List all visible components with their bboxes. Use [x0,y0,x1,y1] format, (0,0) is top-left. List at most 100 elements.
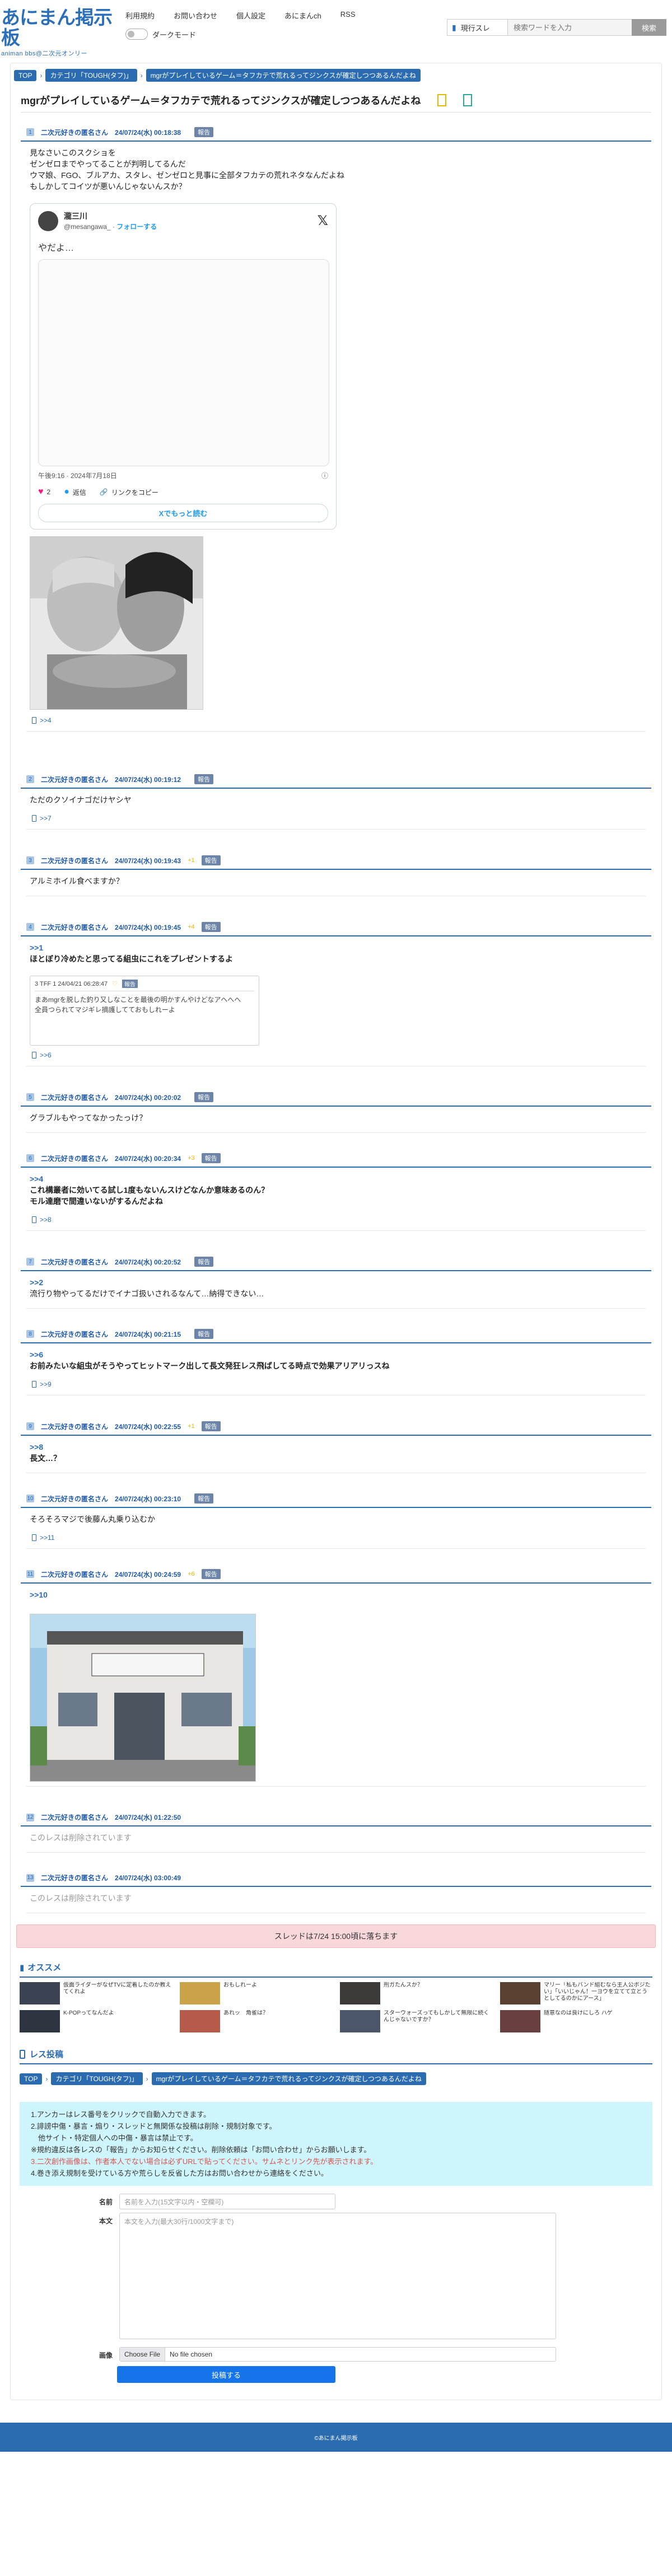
reply-anchor[interactable]: >>6 [21,1049,651,1064]
post-number[interactable]: 13 [26,1874,34,1882]
post-number[interactable]: 1 [26,128,34,136]
tweet-handle[interactable]: @mesangawa_ [64,223,111,231]
post-header: 6 二次元好きの匿名さん 24/07/24(水) 00:20:34 +3 報告 [21,1150,651,1168]
recommended-item[interactable]: 仮面ライダーがなぜTVに定着したのか教えてくれよ [20,1982,172,2004]
reply-form-heading: レス投稿 [20,2048,652,2064]
image-file-input[interactable]: Choose File No file chosen [119,2347,556,2362]
post-number[interactable]: 9 [26,1422,34,1430]
post-number[interactable]: 6 [26,1154,34,1162]
share-icon[interactable] [463,94,473,106]
thumbnail-image [500,1982,540,2004]
anchor-link[interactable]: >>1 [30,942,649,953]
read-more-button[interactable]: Xでもっと読む [38,504,328,522]
link-settings[interactable]: 個人設定 [236,10,265,21]
anchor-link[interactable]: >>2 [30,1277,649,1288]
follow-button[interactable]: フォローする [116,223,157,231]
reply-anchor[interactable]: >>11 [21,1531,651,1546]
reply-anchor[interactable]: >>9 [21,1378,651,1393]
recommended-item[interactable]: 随意なのは良けにしろ ハゲ [500,2010,652,2032]
divider [26,829,646,830]
report-button[interactable]: 報告 [194,1092,214,1102]
post-date: 24/07/24(水) 00:21:15 [115,1330,181,1338]
breadcrumb-category[interactable]: カテゴリ「TOUGH(タフ)」 [51,2072,143,2085]
choose-file-button[interactable]: Choose File [120,2348,166,2361]
recommended-item-title: スターウォーズってもしかして無限に続くんじゃないですか？ [384,2010,489,2023]
search-scope-select[interactable]: ▮ 現行スレ [447,19,507,36]
post-date: 24/07/24(水) 00:24:59 [115,1570,181,1579]
post-number[interactable]: 4 [26,923,34,931]
report-button[interactable]: 報告 [201,922,221,932]
link-animanch[interactable]: あにまんch [284,10,321,21]
post-date: 24/07/24(水) 00:19:43 [115,856,181,865]
report-button[interactable]: 報告 [201,1421,221,1431]
body-textarea[interactable]: 本文を入力(最大30行/1000文字まで) [119,2213,556,2339]
post-number[interactable]: 7 [26,1258,34,1266]
post-number[interactable]: 8 [26,1330,34,1338]
report-button[interactable]: 報告 [194,1329,214,1339]
name-field[interactable]: 名前を入力(15文字以内・空欄可) [119,2194,335,2209]
post-body: そろそろマジで後藤ん丸乗り込むか [21,1508,651,1531]
dark-mode-toggle[interactable] [125,29,148,40]
breadcrumb-thread[interactable]: mgrがプレイしているゲーム＝タフカテで荒れるってジンクスが確定しつつあるんだよ… [146,69,421,82]
breadcrumb-top[interactable]: TOP [20,2073,43,2085]
reply-anchor[interactable]: >>7 [21,812,651,827]
report-button[interactable]: 報告 [194,774,214,784]
post-number[interactable]: 3 [26,856,34,864]
report-button[interactable]: 報告 [201,855,221,865]
info-icon[interactable]: ⓘ [321,471,328,480]
reply-anchor[interactable]: >>8 [21,1214,651,1228]
copy-link-action[interactable]: 🔗 リンクをコピー [100,487,158,497]
thumbnail-image [340,2010,380,2032]
anchor-link[interactable]: >>10 [30,1589,649,1600]
site-logo[interactable]: あにまん掲示板 animan bbs@二次元オンリー [0,8,118,58]
post-body: >>8 長文…？ [21,1436,651,1470]
recommended-item[interactable]: マリー「私もバンド組むなら主人公ポジたい」「いいじゃん！一ヨウを立てて立とうとし… [500,1982,652,2004]
search-input[interactable] [507,19,632,36]
link-rss[interactable]: RSS [340,10,356,21]
recommended-item[interactable]: あれッ 角雀は？ [180,2010,332,2032]
post-image[interactable] [30,1614,256,1782]
breadcrumb-thread[interactable]: mgrがプレイしているゲーム＝タフカテで荒れるってジンクスが確定しつつあるんだよ… [151,2072,426,2085]
link-terms[interactable]: 利用規約 [125,10,155,21]
post-image[interactable] [30,536,203,710]
post-line: そろそろマジで後藤ん丸乗り込むか [30,1515,155,1524]
tweet-media[interactable] [38,259,329,466]
report-button[interactable]: 報告 [194,1257,214,1267]
tweet-author[interactable]: 瀧三川 [64,210,157,222]
post-number[interactable]: 10 [26,1495,34,1502]
recommended-grid: 仮面ライダーがなぜTVに定着したのか教えてくれよ おもしれーよ 刑ガたんスか？ … [11,1982,661,2032]
tweet-timestamp[interactable]: 午後9:16 · 2024年7月18日 [38,471,117,480]
report-button[interactable]: 報告 [201,1153,221,1163]
report-button[interactable]: 報告 [194,127,214,137]
anchor-link[interactable]: >>4 [30,1173,649,1184]
recommended-item[interactable]: スターウォーズってもしかして無限に続くんじゃないですか？ [340,2010,492,2032]
post-number[interactable]: 11 [26,1570,34,1578]
bookmark-icon[interactable] [437,94,447,106]
report-button[interactable]: 報告 [201,1569,221,1579]
anchor-link[interactable]: >>8 [30,1441,649,1453]
x-logo-icon[interactable]: 𝕏 [318,213,328,229]
quoted-post-image[interactable]: 3 TFF 1 24/04/21 06:28:47 ♡ 報告 まあmgrを脱した… [30,976,259,1046]
anchor-link[interactable]: >>6 [30,1349,649,1360]
post-number[interactable]: 5 [26,1093,34,1101]
recommended-item[interactable]: おもしれーよ [180,1982,332,2004]
search-button[interactable]: 検索 [632,19,666,36]
poster-name: 二次元好きの匿名さん [41,1874,109,1882]
reply-anchor[interactable]: >>4 [21,714,651,729]
breadcrumb-top[interactable]: TOP [14,69,37,81]
recommended-item[interactable]: 刑ガたんスか？ [340,1982,492,2004]
recommended-item[interactable]: K-POPってなんだよ [20,2010,172,2032]
post-number[interactable]: 2 [26,775,34,783]
link-contact[interactable]: お問い合わせ [174,10,217,21]
post-header: 12 二次元好きの匿名さん 24/07/24(水) 01:22:50 [21,1809,651,1826]
breadcrumb-category[interactable]: カテゴリ「TOUGH(タフ)」 [45,69,137,82]
tweet-embed[interactable]: 瀧三川 @mesangawa_ · フォローする 𝕏 やだよ… 午後9:16 ·… [30,203,337,530]
reply-action[interactable]: ● 返信 [64,487,86,497]
post-number[interactable]: 12 [26,1813,34,1821]
submit-button[interactable]: 投稿する [117,2366,335,2383]
like-action[interactable]: ♥ 2 [38,487,50,497]
post-header: 2 二次元好きの匿名さん 24/07/24(水) 00:19:12 報告 [21,771,651,789]
avatar[interactable] [38,210,58,231]
post-header: 5 二次元好きの匿名さん 24/07/24(水) 00:20:02 報告 [21,1089,651,1107]
report-button[interactable]: 報告 [194,1493,214,1504]
